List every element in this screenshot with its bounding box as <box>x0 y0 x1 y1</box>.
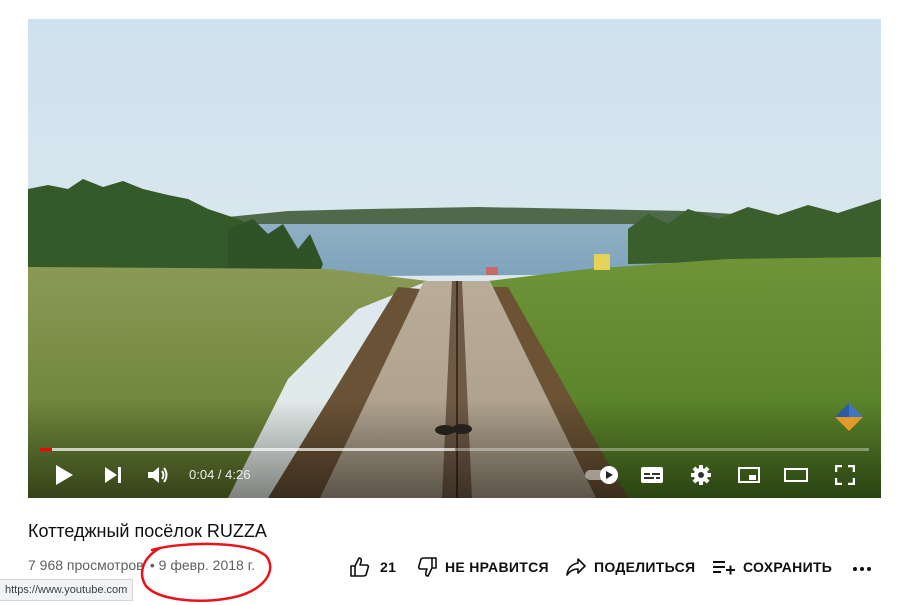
like-button[interactable]: 21 <box>350 553 396 581</box>
play-icon <box>56 465 73 485</box>
video-title: Коттеджный посёлок RUZZA <box>28 521 267 541</box>
fullscreen-button[interactable] <box>830 455 860 495</box>
like-count: 21 <box>380 559 397 575</box>
settings-button[interactable] <box>686 455 716 495</box>
dislike-button[interactable]: НЕ НРАВИТСЯ <box>417 553 549 581</box>
subtitles-button[interactable] <box>637 455 667 495</box>
save-label: СОХРАНИТЬ <box>743 559 833 575</box>
time-display: 0:04 / 4:26 <box>189 467 251 482</box>
volume-button[interactable] <box>144 455 174 495</box>
view-count: 7 968 просмотров <box>28 557 144 573</box>
fullscreen-icon <box>835 465 855 485</box>
more-actions-button[interactable] <box>848 555 876 583</box>
status-bar-url: https://www.youtube.com <box>0 579 134 601</box>
volume-icon <box>148 467 168 483</box>
more-horizontal-icon <box>853 567 871 571</box>
progress-bar[interactable] <box>40 448 869 451</box>
subtitles-icon <box>641 467 663 483</box>
share-button[interactable]: ПОДЕЛИТЬСЯ <box>566 553 695 581</box>
autoplay-toggle-icon <box>585 466 618 484</box>
video-meta: 7 968 просмотров • 9 февр. 2018 г. <box>28 557 255 573</box>
settings-icon <box>691 465 711 485</box>
share-label: ПОДЕЛИТЬСЯ <box>594 559 696 575</box>
thumbs-down-icon <box>417 557 437 577</box>
theater-mode-button[interactable] <box>781 455 811 495</box>
progress-fill <box>40 448 53 451</box>
thumbs-up-icon <box>350 557 370 577</box>
video-frame <box>28 19 881 498</box>
channel-watermark-logo <box>835 403 863 431</box>
next-icon <box>105 467 121 483</box>
upload-date: • 9 февр. 2018 г. <box>149 557 255 573</box>
dislike-label: НЕ НРАВИТСЯ <box>445 559 549 575</box>
buffer-bar <box>40 448 455 451</box>
next-button[interactable] <box>98 455 128 495</box>
play-button[interactable] <box>49 455 79 495</box>
save-button[interactable]: СОХРАНИТЬ <box>713 553 832 581</box>
theater-mode-icon <box>784 468 808 482</box>
autoplay-toggle[interactable] <box>582 455 622 495</box>
miniplayer-icon <box>738 467 760 483</box>
share-icon <box>566 558 586 576</box>
video-player[interactable]: 0:04 / 4:26 <box>28 19 881 498</box>
save-to-playlist-icon <box>713 561 735 575</box>
player-controls: 0:04 / 4:26 <box>28 455 881 495</box>
miniplayer-button[interactable] <box>734 455 764 495</box>
